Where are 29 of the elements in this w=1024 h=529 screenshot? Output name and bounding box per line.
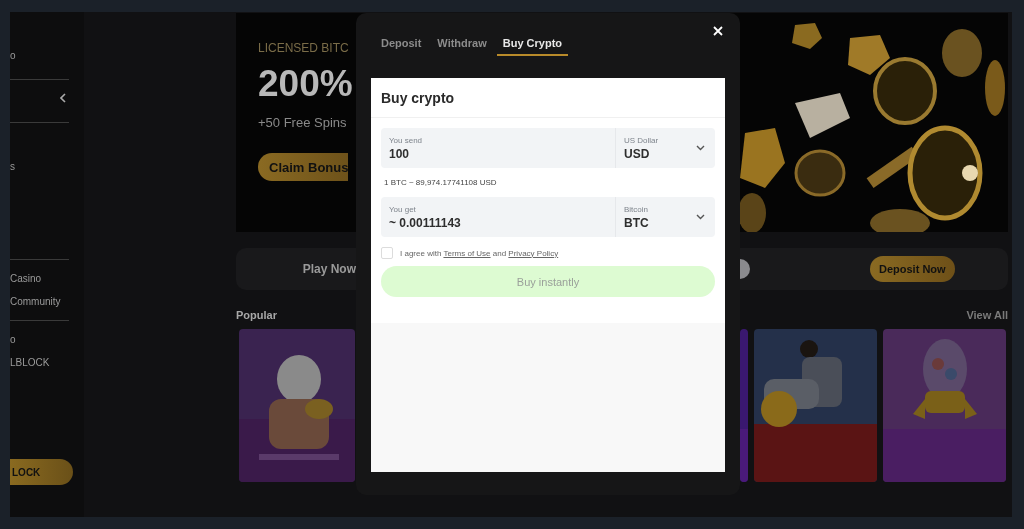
amount-field[interactable]: You get ~ 0.00111143 Bitcoin BTC [381, 197, 715, 237]
tab[interactable]: Buy Crypto [496, 37, 569, 56]
banner-headline: 200% [258, 63, 353, 105]
sidebar-item[interactable]: Casino [10, 273, 84, 284]
banner-eyebrow: LICENSED BITC [258, 41, 349, 55]
tab[interactable]: Withdraw [431, 37, 493, 56]
sidebar-item[interactable]: s [10, 161, 84, 172]
sidebar-item[interactable]: LBLOCK [10, 357, 84, 368]
tab[interactable]: Deposit [375, 37, 428, 56]
view-all-link[interactable]: View All [966, 309, 1008, 321]
terms-link[interactable]: Terms of Use [443, 248, 491, 258]
checkbox[interactable] [381, 247, 393, 259]
sidebar-item[interactable]: Community [10, 296, 84, 307]
exchange-rate: 1 BTC ~ 89,974.17741108 USD [384, 178, 498, 187]
sidebar-item[interactable]: o [10, 334, 84, 345]
sidebar-item[interactable]: o [10, 50, 84, 61]
amount-field[interactable]: You send 100 US Dollar USD [381, 128, 715, 168]
currency-select[interactable]: Bitcoin BTC [615, 197, 715, 237]
promo-text: Play Now [302, 262, 356, 276]
chevron-down-icon [696, 145, 705, 151]
privacy-link[interactable]: Privacy Policy [508, 248, 559, 258]
chevron-left-icon[interactable] [60, 93, 66, 103]
banner-subline: +50 Free Spins [258, 115, 347, 130]
currency-select[interactable]: US Dollar USD [615, 128, 715, 168]
panel-title: Buy crypto [381, 90, 455, 106]
chevron-down-icon [696, 214, 705, 220]
agreement-text: I agree with Terms of Use and Privacy Policy [400, 248, 559, 258]
close-icon[interactable] [713, 26, 723, 36]
section-title: Popular [236, 309, 277, 321]
